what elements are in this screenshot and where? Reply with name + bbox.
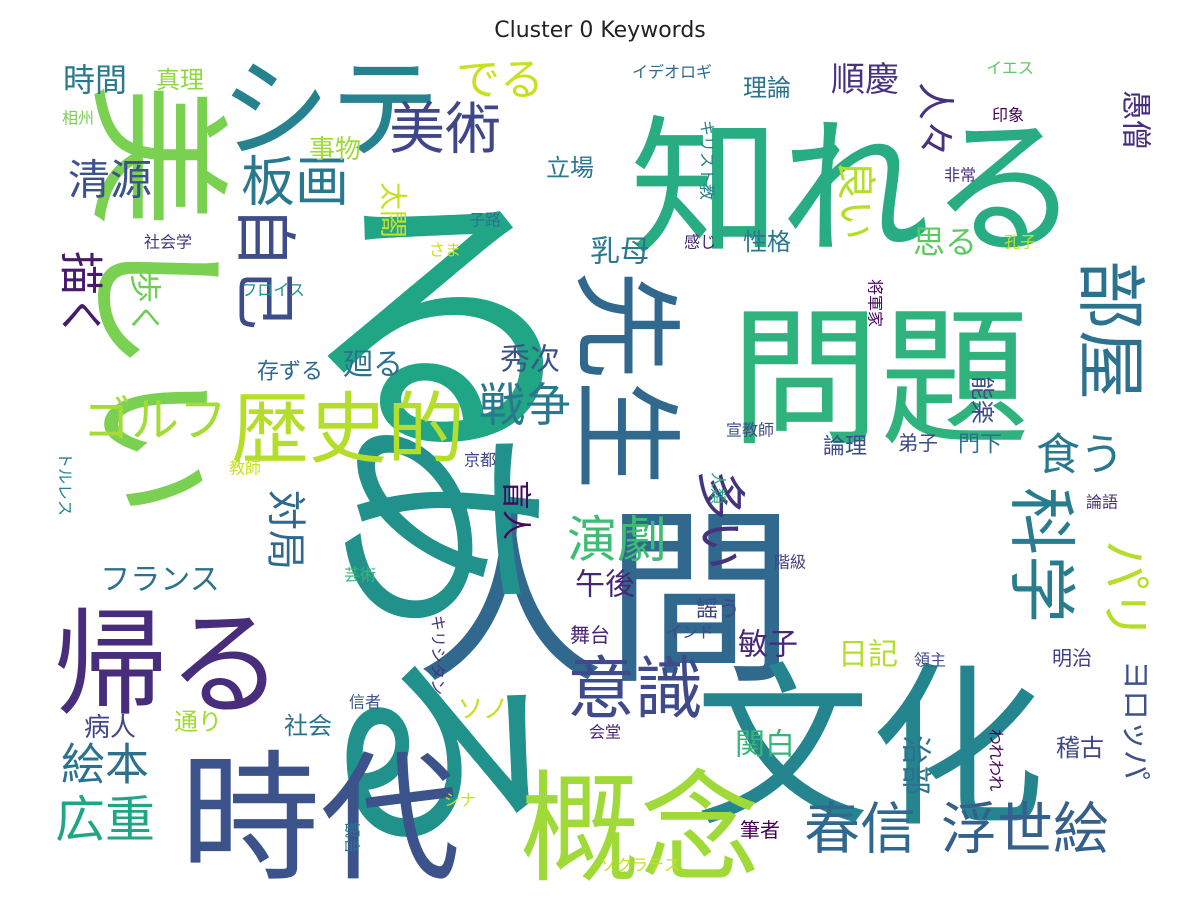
word-非常: 非常: [944, 166, 976, 185]
word-乳母: 乳母: [590, 235, 650, 270]
word-愚僧: 愚僧: [1118, 90, 1153, 150]
word-戦争: 戦争: [479, 378, 571, 432]
word-絵本: 絵本: [61, 740, 149, 791]
word-理論: 理論: [743, 74, 791, 102]
word-感じ: 感じ: [684, 233, 716, 252]
word-敏子: 敏子: [738, 628, 798, 663]
word-稽古: 稽古: [1056, 734, 1104, 762]
word-日記: 日記: [838, 638, 898, 673]
word-領主: 領主: [914, 651, 946, 670]
word-食う: 食う: [1036, 430, 1124, 481]
word-時代: 時代: [180, 739, 460, 900]
word-性格: 性格: [743, 228, 791, 256]
word-教師: 教師: [229, 459, 261, 478]
word-廻る: 廻る: [343, 348, 403, 383]
word-トルレス: トルレス: [56, 452, 75, 516]
word-人類: 人類: [709, 472, 728, 504]
word-階級: 階級: [774, 553, 806, 572]
word-イエス: イエス: [986, 59, 1034, 78]
word-思る: 思る: [913, 223, 977, 261]
word-舞台: 舞台: [570, 623, 610, 647]
word-相州: 相州: [62, 109, 94, 128]
word-芸術: 芸術: [344, 566, 376, 585]
word-科学: 科学: [1001, 487, 1080, 623]
word-キリシタン: キリシタン: [429, 615, 448, 695]
word-インド: インド: [666, 623, 714, 642]
word-事物: 事物: [309, 135, 361, 165]
word-良い: 良い: [832, 160, 878, 240]
word-謡う: 謡う: [696, 598, 740, 623]
word-弟子: 弟子: [898, 431, 938, 455]
word-演劇: 演劇: [567, 511, 667, 569]
word-フロイス: フロイス: [241, 281, 305, 300]
word-意識: 意識: [567, 651, 703, 730]
word-先生: 先生: [561, 270, 689, 490]
word-概念: 概念: [520, 761, 760, 900]
word-信者: 信者: [349, 693, 381, 712]
word-キリスト教: キリスト教: [698, 120, 717, 200]
word-門下: 門下: [958, 433, 1002, 458]
word-cloud: 人間るある 文化問題知れる美しい時代 概念先生帰るシテ歴史的部屋科学意識自己春信 浮世…: [53, 46, 1154, 900]
word-ソノ: ソノ: [457, 695, 508, 725]
word-会堂: 会堂: [589, 723, 621, 742]
word-社会学: 社会学: [144, 233, 192, 252]
word-通り: 通り: [174, 708, 222, 736]
word-宣教師: 宣教師: [726, 421, 774, 440]
word-ヨロッパ: ヨロッパ: [1118, 660, 1153, 780]
word-能楽: 能楽: [968, 376, 996, 424]
word-順慶: 順慶: [831, 60, 899, 100]
word-さま: さま: [429, 241, 461, 260]
word-描く: 描く: [55, 251, 106, 339]
word-論語: 論語: [1086, 493, 1118, 512]
word-対局: 対局: [262, 490, 308, 570]
word-部屋: 部屋: [1069, 260, 1151, 400]
word-帰る: 帰る: [53, 598, 283, 732]
word-ゴルフ: ゴルフ: [83, 392, 227, 448]
word-春信: 春信: [804, 798, 916, 863]
word-パリ: パリ: [1096, 540, 1154, 640]
word-孔子: 孔子: [1004, 233, 1036, 252]
word-太閤: 太閤: [377, 182, 410, 238]
word-歴史的: 歴史的: [231, 385, 465, 475]
word-フランス: フランス: [100, 563, 219, 598]
word-関白: 関白: [735, 728, 795, 763]
word-清源: 清源: [68, 156, 152, 205]
word-広重: 広重: [55, 791, 155, 849]
word-論理: 論理: [823, 435, 867, 460]
word-ソクラテス: ソクラテス: [600, 856, 680, 875]
word-子路: 子路: [469, 211, 501, 230]
word-盲人: 盲人: [498, 480, 533, 540]
word-自己: 自己: [229, 206, 302, 330]
word-印象: 印象: [992, 106, 1024, 125]
word-秀次: 秀次: [500, 343, 560, 378]
word-美術: 美術: [389, 98, 501, 163]
word-病人: 病人: [84, 713, 136, 743]
word-浮世絵: 浮世絵: [941, 798, 1109, 863]
word-社会: 社会: [284, 712, 332, 740]
word-シナ: シナ: [444, 791, 476, 810]
word-筆者: 筆者: [740, 818, 780, 842]
word-われわれ: われわれ: [987, 729, 1006, 791]
word-京都: 京都: [464, 451, 496, 470]
word-治部: 治部: [898, 735, 933, 795]
word-立場: 立場: [546, 154, 594, 182]
word-真理: 真理: [156, 66, 204, 94]
word-観音: 観音: [343, 822, 362, 854]
word-明治: 明治: [1052, 646, 1092, 670]
word-イデオロギ: イデオロギ: [632, 63, 712, 82]
word-でる: でる: [456, 55, 544, 106]
word-将軍家: 将軍家: [866, 279, 885, 327]
word-午後: 午後: [575, 568, 635, 603]
word-存ずる: 存ずる: [257, 360, 323, 385]
word-時間: 時間: [63, 61, 127, 99]
word-人々: 人々: [913, 82, 957, 158]
word-歩く: 歩く: [126, 271, 164, 335]
